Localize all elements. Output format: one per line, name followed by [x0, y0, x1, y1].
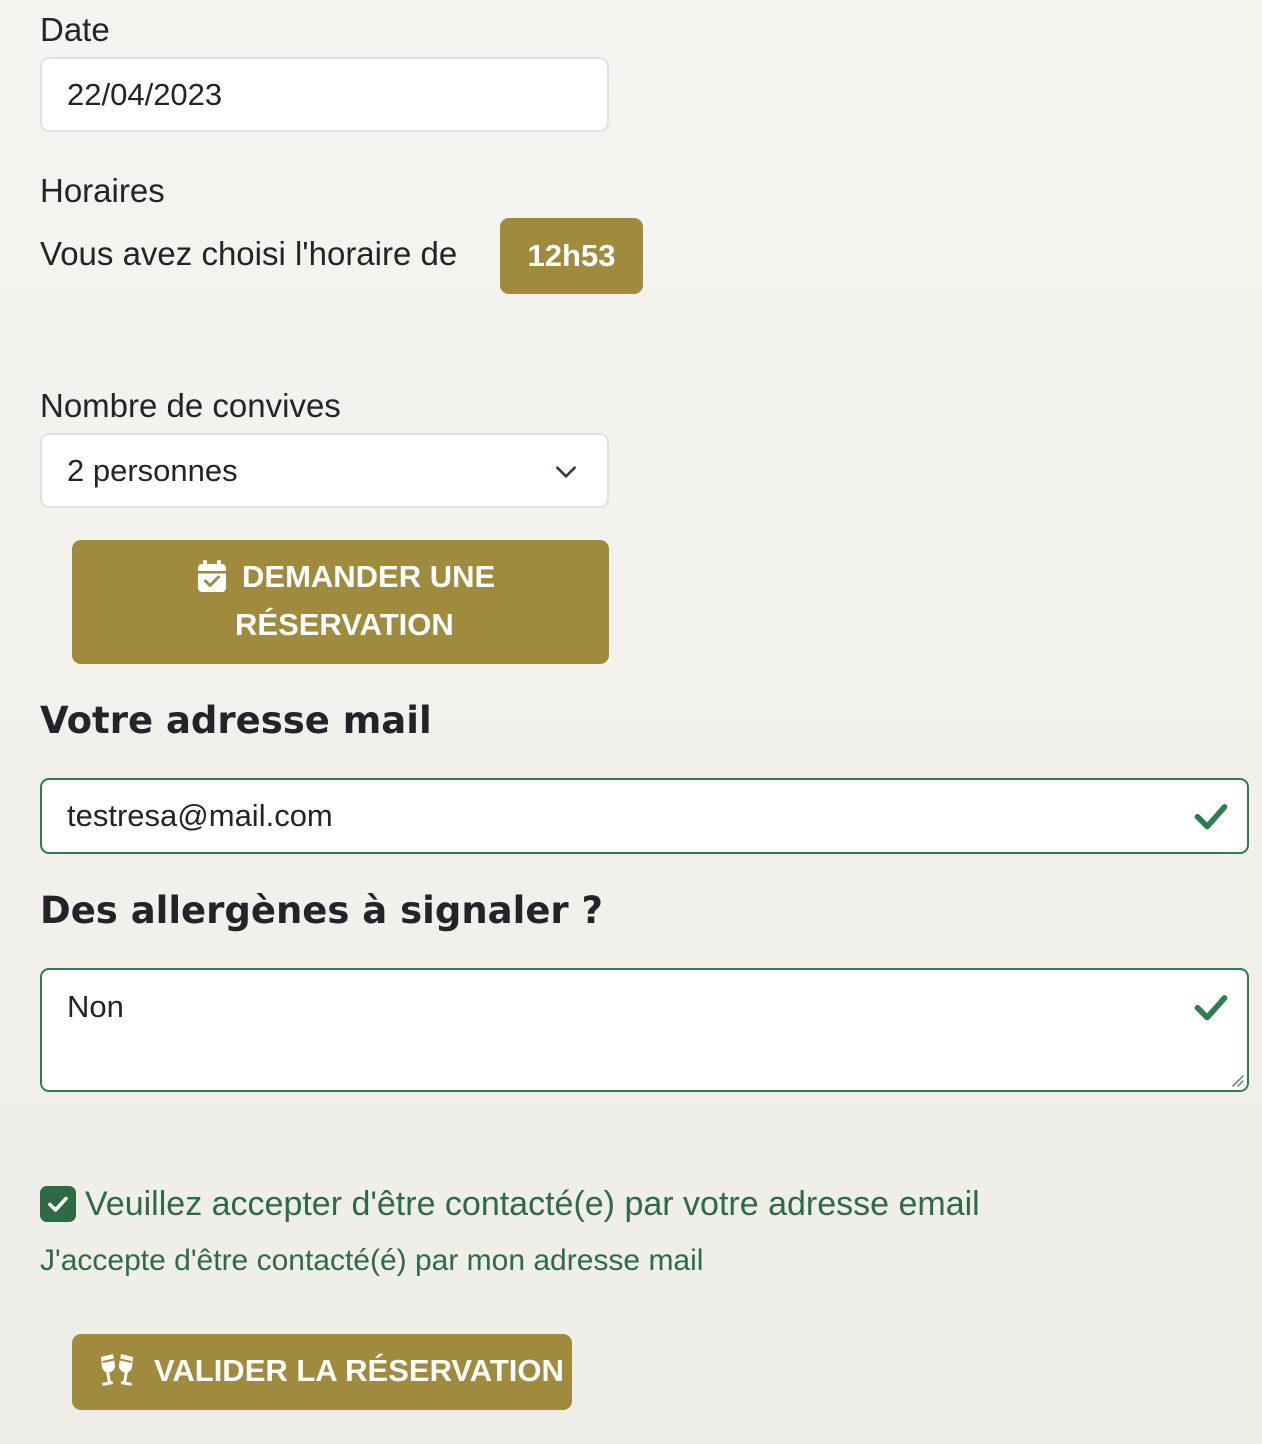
- consent-label[interactable]: Veuillez accepter d'être contacté(e) par…: [85, 1185, 980, 1224]
- date-input[interactable]: 22/04/2023: [40, 57, 609, 132]
- date-label: Date: [40, 11, 110, 48]
- calendar-check-icon: [198, 560, 226, 592]
- consent-feedback: J'accepte d'être contacté(é) par mon adr…: [40, 1244, 704, 1277]
- guests-label: Nombre de convives: [40, 387, 341, 424]
- checkbox-check-icon: [48, 1196, 68, 1212]
- guests-select[interactable]: 2 personnes: [40, 433, 609, 508]
- request-button-label-line2: réservation: [235, 607, 454, 642]
- request-button-label-line1: Demander une: [242, 559, 496, 594]
- schedule-chosen-text: Vous avez choisi l'horaire de: [40, 235, 458, 272]
- resize-handle-icon[interactable]: [1230, 1073, 1244, 1087]
- email-input[interactable]: testresa@mail.com: [40, 778, 1249, 854]
- consent-checkbox[interactable]: [40, 1186, 76, 1222]
- chevron-down-icon: [556, 466, 576, 478]
- allergens-value: Non: [67, 989, 124, 1024]
- email-heading: Votre adresse mail: [40, 699, 432, 742]
- date-value: 22/04/2023: [67, 76, 223, 112]
- glasses-cheers-icon: [101, 1354, 133, 1386]
- guests-selected-value: 2 personnes: [67, 452, 238, 488]
- allergens-check-icon: [1194, 995, 1228, 1021]
- submit-reservation-button[interactable]: Valider la réservation: [72, 1334, 572, 1410]
- time-badge: 12h53: [500, 218, 643, 294]
- email-value: testresa@mail.com: [67, 798, 333, 833]
- submit-button-label: Valider la réservation: [154, 1353, 564, 1388]
- allergens-heading: Des allergènes à signaler ?: [40, 889, 604, 932]
- schedule-label: Horaires: [40, 172, 165, 209]
- request-reservation-button[interactable]: Demander une réservation: [72, 540, 609, 664]
- allergens-textarea[interactable]: Non: [40, 968, 1249, 1092]
- email-check-icon: [1194, 804, 1228, 830]
